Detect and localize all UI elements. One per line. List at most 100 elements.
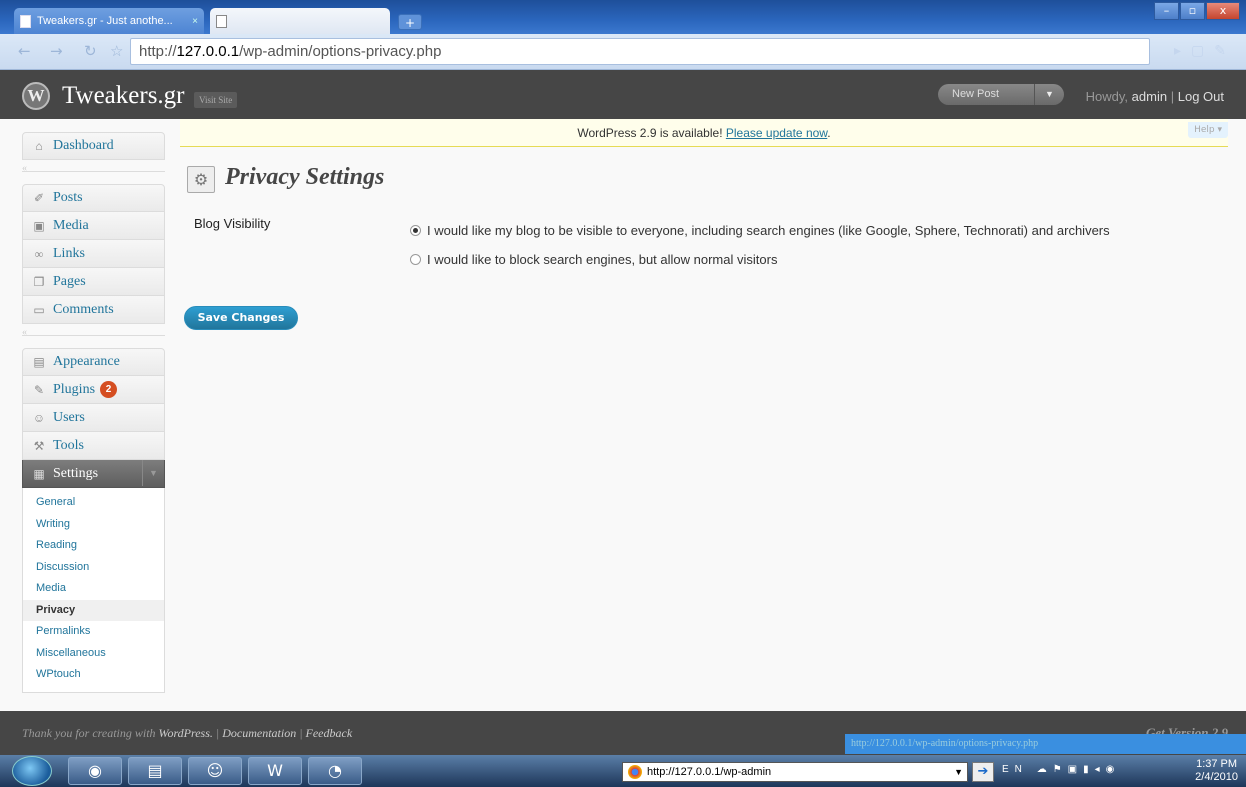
sidebar-item-label: Users (53, 409, 85, 425)
chrome-taskbar-icon[interactable]: ◉ (68, 757, 122, 785)
language-indicator[interactable]: EN (1002, 764, 1028, 775)
clock-date: 2/4/2010 (1195, 771, 1238, 783)
pages-icon: ❐ (33, 274, 45, 289)
update-now-link[interactable]: Please update now (726, 126, 827, 140)
url-host: 127.0.0.1 (176, 43, 240, 60)
logout-link[interactable]: Log Out (1178, 89, 1224, 104)
submenu-item-writing[interactable]: Writing (23, 514, 164, 536)
blog-visibility-label: Blog Visibility (194, 216, 271, 231)
sidebar-item-label: Appearance (53, 354, 120, 369)
url-prefix: http:// (139, 43, 177, 60)
system-tray: EN ☁⚑▣▮◂◉ (1002, 764, 1120, 775)
plug-icon: ✎ (33, 382, 45, 397)
feedback-link[interactable]: Feedback (306, 726, 353, 740)
sidebar-item-settings[interactable]: ▦ Settings ▼ (22, 460, 165, 488)
submenu-item-general[interactable]: General (23, 492, 164, 514)
sidebar-item-posts[interactable]: ✐ Posts (22, 184, 165, 212)
users-icon: ☺ (32, 410, 46, 425)
submenu-item-privacy[interactable]: Privacy (23, 599, 164, 621)
sidebar-item-links[interactable]: ∞ Links (22, 240, 165, 268)
submenu-item-reading[interactable]: Reading (23, 535, 164, 557)
sidebar-item-tools[interactable]: ⚒ Tools (22, 432, 165, 460)
system-clock[interactable]: 1:37 PM 2/4/2010 (1195, 758, 1238, 784)
url-path: /wp-admin/options-privacy.php (239, 43, 442, 60)
go-arrow-icon[interactable]: ➔ (972, 762, 994, 782)
sidebar-item-label: Pages (53, 273, 86, 289)
radio-block[interactable] (410, 254, 421, 265)
sidebar-item-users[interactable]: ☺ Users (22, 404, 165, 432)
appearance-icon: ▤ (33, 355, 45, 369)
address-bar[interactable]: http://127.0.0.1/wp-admin/options-privac… (130, 38, 1150, 65)
visibility-option-block[interactable]: I would like to block search engines, bu… (410, 252, 777, 267)
sidebar-item-comments[interactable]: ▭ Comments (22, 296, 165, 324)
sidebar-item-plugins[interactable]: ✎ Plugins 2 (22, 376, 165, 404)
new-post-button[interactable]: New Post ▼ (938, 84, 1064, 105)
submenu-item-miscellaneous[interactable]: Miscellaneous (23, 643, 164, 665)
chevron-down-icon[interactable]: ▼ (1034, 84, 1064, 105)
settings-page-icon: ⚙ (187, 166, 215, 193)
username-link[interactable]: admin (1132, 89, 1167, 104)
taskbar-address-text: http://127.0.0.1/wp-admin (647, 766, 772, 778)
radio-visible[interactable] (410, 225, 421, 236)
comment-bubble-icon: ▭ (33, 302, 45, 317)
sidebar-item-label: Dashboard (53, 138, 114, 153)
chevron-down-icon[interactable]: ▼ (954, 763, 963, 781)
close-window-button[interactable]: x (1206, 2, 1240, 20)
tray-icons[interactable]: ☁⚑▣▮◂◉ (1037, 764, 1121, 775)
notice-period: . (827, 126, 831, 140)
sidebar-item-appearance[interactable]: ▤ Appearance (22, 348, 165, 376)
visibility-option-visible[interactable]: I would like my blog to be visible to ev… (410, 223, 1110, 238)
new-tab-button[interactable]: + (398, 14, 422, 30)
save-changes-button[interactable]: Save Changes (184, 306, 298, 330)
start-button[interactable] (12, 756, 52, 786)
messenger-taskbar-icon[interactable]: ☺ (188, 757, 242, 785)
chrome-icon (628, 765, 642, 779)
wordpress-link[interactable]: WordPress. (159, 726, 213, 740)
visit-site-button[interactable]: Visit Site (194, 92, 238, 108)
chevron-down-icon[interactable]: ▼ (142, 460, 164, 486)
media-player-taskbar-icon[interactable]: ◔ (308, 757, 362, 785)
tools-icon: ⚒ (33, 438, 45, 453)
word-taskbar-icon[interactable]: W (248, 757, 302, 785)
windows-taskbar: ◉ ▤ ☺ W ◔ http://127.0.0.1/wp-admin ▼ ➔ … (0, 755, 1246, 787)
home-icon: ⌂ (35, 139, 43, 153)
footer-credits: Thank you for creating with WordPress. |… (22, 726, 353, 740)
update-notice-text: WordPress 2.9 is available! (577, 126, 723, 140)
reload-icon[interactable]: ↻ (84, 42, 97, 60)
star-icon[interactable]: ☆ (110, 42, 123, 60)
sidebar-item-dashboard[interactable]: ⌂ Dashboard (22, 132, 165, 160)
site-title[interactable]: Tweakers.gr (62, 82, 185, 110)
browser-tab-active[interactable]: Tweakers.gr - Just anothe... × (14, 8, 204, 34)
forward-icon[interactable]: → (50, 42, 63, 60)
browser-titlebar: Tweakers.gr - Just anothe... × + – ▫ x (0, 0, 1246, 34)
explorer-taskbar-icon[interactable]: ▤ (128, 757, 182, 785)
admin-sidebar: ⌂ Dashboard « ✐ Posts ▣ Media ∞ Links ❐ … (22, 132, 165, 693)
submenu-item-discussion[interactable]: Discussion (23, 557, 164, 579)
plugins-update-badge: 2 (100, 381, 118, 398)
back-icon[interactable]: ← (18, 42, 31, 60)
maximize-button[interactable]: ▫ (1180, 2, 1205, 20)
sidebar-item-media[interactable]: ▣ Media (22, 212, 165, 240)
user-greeting: Howdy, admin | Log Out (1086, 89, 1224, 104)
sidebar-item-pages[interactable]: ❐ Pages (22, 268, 165, 296)
separator: | (1170, 89, 1175, 104)
menu-separator: « (22, 160, 165, 184)
tab-title: Tweakers.gr - Just anothe... (37, 15, 173, 27)
menu-separator: « (22, 324, 165, 348)
browser-menu-icons[interactable]: ▸▢✎ (1174, 43, 1236, 59)
page-icon (20, 14, 31, 28)
submenu-item-permalinks[interactable]: Permalinks (23, 621, 164, 643)
submenu-item-media[interactable]: Media (23, 578, 164, 600)
howdy-label: Howdy, (1085, 89, 1129, 104)
documentation-link[interactable]: Documentation (222, 726, 296, 740)
wp-admin-header: W Tweakers.gr Visit Site New Post ▼ Howd… (0, 70, 1246, 119)
help-button[interactable]: Help ▾ (1188, 122, 1228, 138)
taskbar-address-field[interactable]: http://127.0.0.1/wp-admin ▼ (622, 762, 968, 782)
browser-tab-blank[interactable] (210, 8, 390, 34)
tab-close-icon[interactable]: × (192, 16, 198, 27)
submenu-item-wptouch[interactable]: WPtouch (23, 664, 164, 686)
settings-icon: ▦ (33, 466, 45, 481)
minimize-button[interactable]: – (1154, 2, 1179, 20)
radio-visible-label: I would like my blog to be visible to ev… (427, 223, 1110, 238)
wordpress-logo-icon: W (22, 82, 50, 110)
